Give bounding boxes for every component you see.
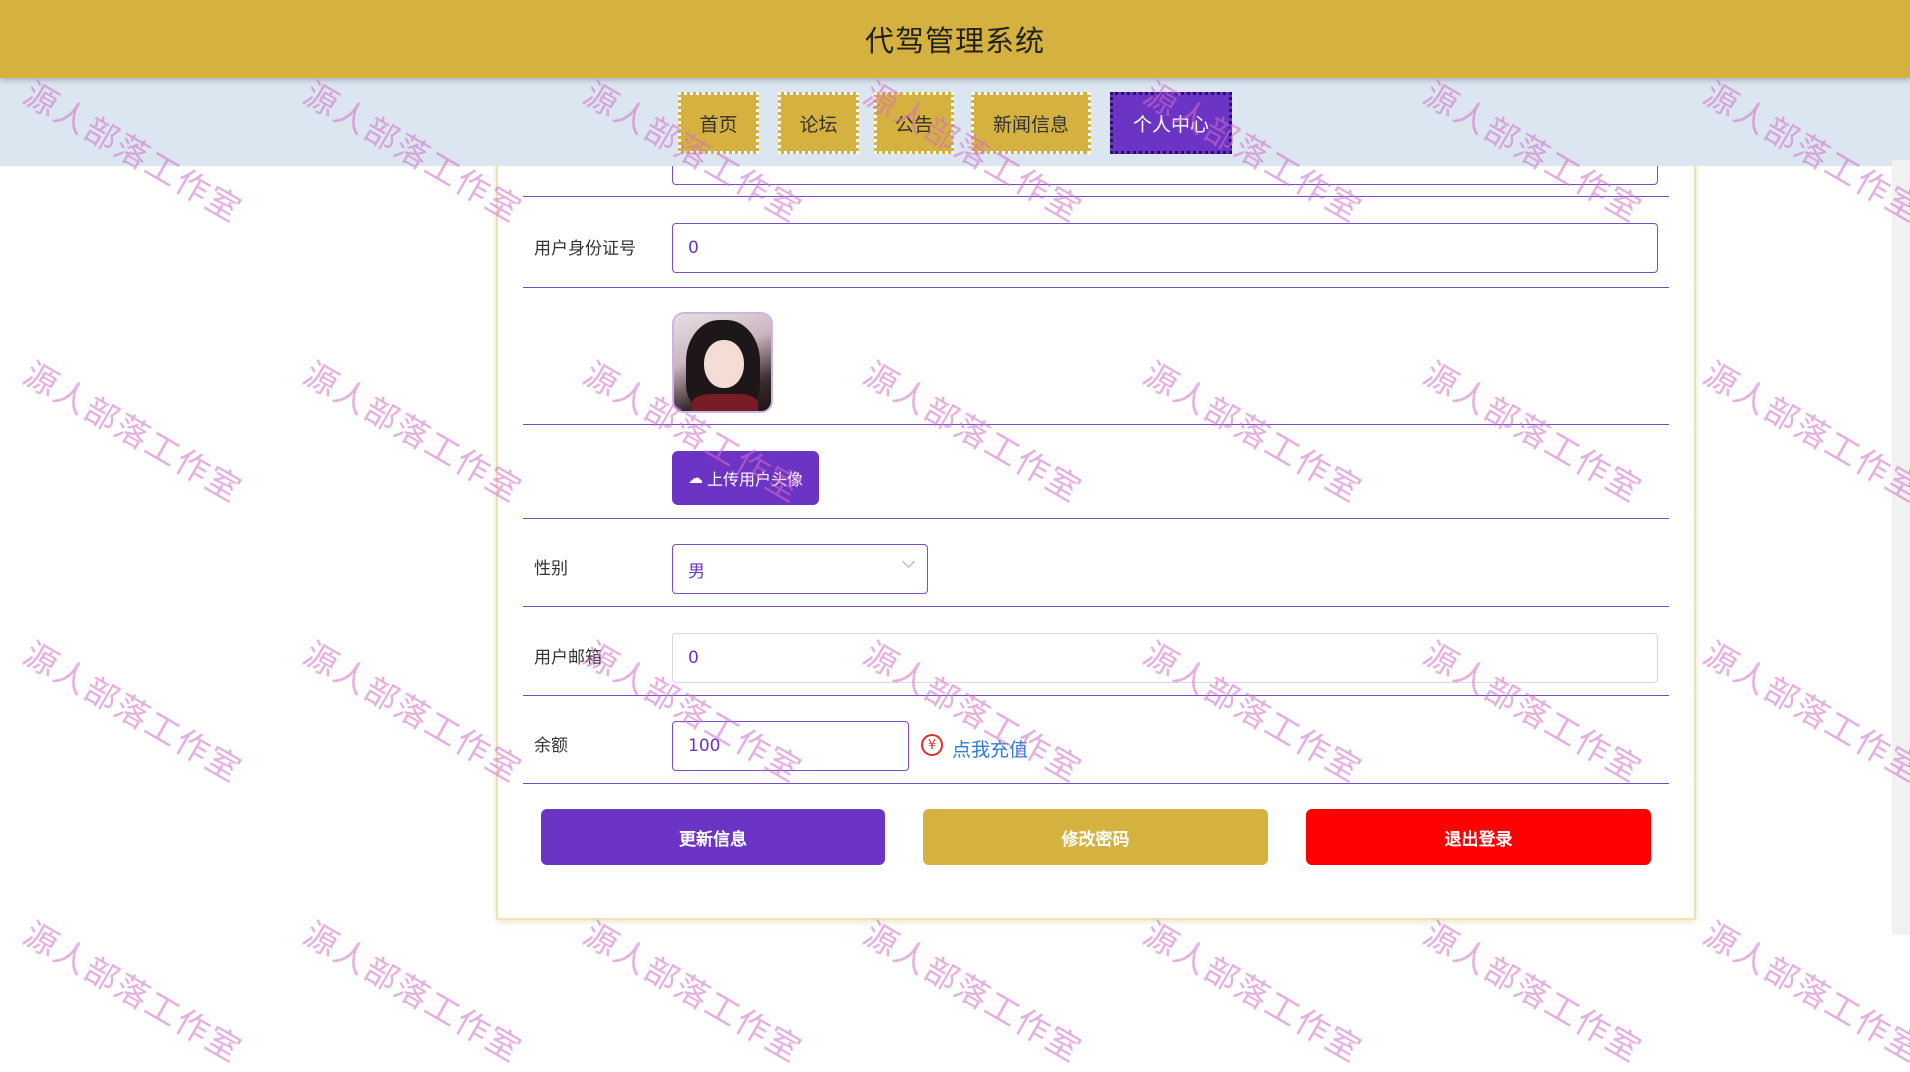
update-info-button[interactable]: 更新信息 xyxy=(541,809,885,865)
chevron-down-icon xyxy=(902,555,915,568)
change-password-button[interactable]: 修改密码 xyxy=(923,809,1268,865)
balance-input[interactable]: 100 xyxy=(672,721,909,771)
divider xyxy=(523,196,1669,197)
id-card-label: 用户身份证号 xyxy=(534,239,636,259)
email-value: 0 xyxy=(688,648,699,668)
nav-item-notice[interactable]: 公告 xyxy=(874,92,954,154)
email-label: 用户邮箱 xyxy=(534,648,602,668)
user-avatar xyxy=(672,312,773,413)
divider xyxy=(523,287,1669,288)
id-card-value: 0 xyxy=(688,238,699,258)
app-header: 代驾管理系统 xyxy=(0,0,1910,78)
app-title: 代驾管理系统 xyxy=(864,24,1045,58)
balance-value: 100 xyxy=(688,736,721,756)
watermark-text: 源人部落工作室 xyxy=(1417,914,1649,1071)
logout-button[interactable]: 退出登录 xyxy=(1306,809,1651,865)
yuan-icon[interactable]: ¥ xyxy=(921,734,943,756)
scrollbar[interactable] xyxy=(1892,160,1910,935)
nav-item-personal-center[interactable]: 个人中心 xyxy=(1110,92,1232,154)
watermark-text: 源人部落工作室 xyxy=(17,634,249,791)
nav-item-forum[interactable]: 论坛 xyxy=(778,92,859,154)
gender-label: 性别 xyxy=(534,559,568,579)
nav-item-news[interactable]: 新闻信息 xyxy=(971,92,1091,154)
gender-value: 男 xyxy=(688,561,705,582)
cloud-upload-icon: ☁ xyxy=(687,469,703,487)
watermark-text: 源人部落工作室 xyxy=(1697,634,1910,791)
divider xyxy=(523,695,1669,696)
watermark-text: 源人部落工作室 xyxy=(297,914,529,1071)
nav-item-home[interactable]: 首页 xyxy=(678,92,759,154)
upload-avatar-button[interactable]: ☁ 上传用户头像 xyxy=(672,451,819,505)
watermark-text: 源人部落工作室 xyxy=(857,914,1089,1071)
watermark-text: 源人部落工作室 xyxy=(17,914,249,1071)
email-input[interactable]: 0 xyxy=(672,633,1658,683)
watermark-text: 源人部落工作室 xyxy=(17,354,249,511)
divider xyxy=(523,783,1669,784)
nav-bar: 首页 论坛 公告 新闻信息 个人中心 xyxy=(0,78,1910,166)
watermark-text: 源人部落工作室 xyxy=(1697,354,1910,511)
gender-select[interactable]: 男 xyxy=(672,544,928,594)
divider xyxy=(523,518,1669,519)
upload-avatar-label: 上传用户头像 xyxy=(706,470,803,489)
watermark-text: 源人部落工作室 xyxy=(1137,914,1369,1071)
watermark-text: 源人部落工作室 xyxy=(577,914,809,1071)
balance-label: 余额 xyxy=(534,736,568,756)
id-card-input[interactable]: 0 xyxy=(672,223,1658,273)
divider xyxy=(523,606,1669,607)
recharge-link[interactable]: 点我充值 xyxy=(952,735,1028,762)
divider xyxy=(523,424,1669,425)
watermark-text: 源人部落工作室 xyxy=(1697,914,1910,1071)
